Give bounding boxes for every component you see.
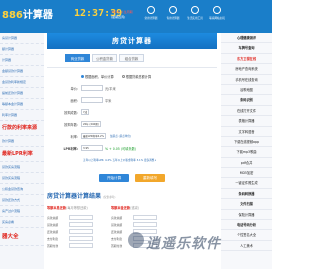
nav-life-tools[interactable]: 生活实用工具 xyxy=(184,6,206,20)
mode-area-price-radio[interactable]: 根据面积、单价计算 xyxy=(81,74,114,79)
tool-link[interactable]: 房地产查询系统 xyxy=(221,64,272,75)
result-equal-installment: 等额本息还款(每月等额还款) 房款总额 贷款总额 还款总额 支付利息 首期付款 xyxy=(47,205,105,249)
tool-link[interactable]: 人工美术 xyxy=(221,241,272,252)
unit-price-row: 单价: 元/平米 xyxy=(70,85,116,91)
lpr-row: LPR利率: 3.95 % + 0.05 (可填负数) xyxy=(63,145,137,151)
tool-link[interactable]: 条码识别 xyxy=(221,95,272,106)
tool-link[interactable]: 文件扫描 xyxy=(221,199,272,210)
result-line: 房款总额 xyxy=(47,214,105,221)
tool-link[interactable]: 下载mp3歌曲 xyxy=(221,147,272,158)
site-header: 886计算器 12:37:39 7月25 人生周期 (星期四周) 常用计算器 专… xyxy=(0,0,272,33)
sidebar-item[interactable]: 提前还款计算器 xyxy=(0,88,44,99)
nav-common-calculators[interactable]: 常用计算器 xyxy=(140,6,162,20)
contact-icon xyxy=(213,6,221,14)
result-line: 贷款总额 xyxy=(47,221,105,228)
nav-contact[interactable]: 联系网站主机 xyxy=(206,6,228,20)
sidebar-item[interactable]: 计算器 xyxy=(0,55,44,66)
tool-link[interactable]: 文字转语音 xyxy=(221,127,272,137)
tool-link[interactable]: 条码转换器 xyxy=(221,189,272,200)
form-actions: 开始计算 重新填写 xyxy=(47,174,217,182)
nav-special-calculators[interactable]: 专用计算器 xyxy=(162,6,184,20)
rate-row: 利率: 最新LPR利率4.2% 加基点 (基点单位) xyxy=(70,133,132,139)
left-sidebar: 房贷计算器 额计算器 计算器 金额贷款计算器 金贷款利率新规定 提前还款计算器 … xyxy=(0,33,44,269)
tool-link[interactable]: 表格计算器 xyxy=(221,116,272,127)
result-line: 还款总额 xyxy=(47,228,105,235)
tab-commercial-loan[interactable]: 商业贷款 xyxy=(65,54,90,62)
tool-link[interactable]: 保险计算器 xyxy=(221,210,272,221)
tip-row: 五年以上利率LPR: 4.2% 五年以上公积金利率 3.1% 更多调整↓ xyxy=(47,154,217,166)
sidebar-item-lpr[interactable]: 最新LPR利率 xyxy=(0,147,44,162)
sidebar-item[interactable]: 公积金贷款查询 xyxy=(0,184,44,195)
area-row: 面积: 平米 xyxy=(70,97,112,103)
tool-link[interactable]: 在线打开文件 xyxy=(221,106,272,117)
tool-link[interactable]: 手机号在线查询 xyxy=(221,75,272,85)
watermark-logo-icon xyxy=(128,232,144,248)
tool-link[interactable]: 心理健康测评 xyxy=(221,33,272,44)
reset-button[interactable]: 重新填写 xyxy=(135,174,165,182)
ratio-select[interactable]: 7成 xyxy=(81,109,90,115)
tab-combined-loan[interactable]: 组合贷款 xyxy=(119,54,144,62)
sidebar-item[interactable]: 贷款还款方式 xyxy=(0,195,44,206)
term-row: 按揭年数: 20年 (240期) xyxy=(64,121,101,127)
sidebar-item[interactable]: 款计算器 xyxy=(0,136,44,147)
unit-price-input[interactable] xyxy=(81,85,103,91)
tool-link[interactable]: 下载在线视频app xyxy=(221,137,272,148)
tool-link[interactable]: 一键证件照生成 xyxy=(221,178,272,189)
radio-unchecked-icon xyxy=(121,74,125,78)
tool-link[interactable]: 电话号码分析 xyxy=(221,220,272,231)
loan-form: 根据面积、单价计算 根据贷款总额计算 单价: 元/平米 面积: 平米 按揭成数:… xyxy=(47,67,217,182)
lpr-input[interactable]: 3.95 xyxy=(81,145,103,151)
tab-housing-fund-loan[interactable]: 公积金贷款 xyxy=(92,54,117,62)
tool-link[interactable]: 个性签名大全 xyxy=(221,230,272,241)
sidebar-item[interactable]: 买房必看 xyxy=(0,217,44,228)
page-title: 房贷计算器 xyxy=(47,33,217,49)
mode-total-radio[interactable]: 根据贷款总额计算 xyxy=(121,74,151,79)
tool-link[interactable]: MD5加密 xyxy=(221,168,272,179)
calculator-icon xyxy=(147,6,155,14)
area-input[interactable] xyxy=(81,97,103,103)
header-nav: 常用计算器 专用计算器 生活实用工具 联系网站主机 xyxy=(140,6,228,20)
sidebar-item[interactable]: 贷款买房流程 xyxy=(0,173,44,184)
result-line: 支付利息 xyxy=(47,235,105,242)
watermark: 逍遥乐软件 xyxy=(146,236,221,252)
right-sidebar: 心理健康测评 车牌号查询 东方卫视在线 房地产查询系统 手机号在线查询 谷歌地图… xyxy=(221,33,272,269)
sidebar-item[interactable]: 贷款买房流程 xyxy=(0,162,44,173)
grid-icon xyxy=(169,6,177,14)
calculate-button[interactable]: 开始计算 xyxy=(99,174,129,182)
site-logo[interactable]: 886计算器 xyxy=(2,6,53,21)
sidebar-item[interactable]: 等额本金计算器 xyxy=(0,99,44,110)
tool-link[interactable]: 车牌号查询 xyxy=(221,43,272,54)
result-line: 首期付款 xyxy=(47,242,105,249)
date-info: 7月25 人生周期 (星期四周) xyxy=(111,10,133,20)
result-line: 房款总额 xyxy=(111,214,169,221)
rate-tip: 五年以上利率LPR: 4.2% 五年以上公积金利率 3.1% 更多调整↓ xyxy=(83,159,157,162)
result-line: 贷款总额 xyxy=(111,221,169,228)
tool-link[interactable]: 谷歌地图 xyxy=(221,85,272,96)
date-line-2: (星期四周) xyxy=(111,15,126,19)
sidebar-item[interactable]: 利率计算器 xyxy=(0,110,44,121)
term-select[interactable]: 20年 (240期) xyxy=(81,121,101,127)
ratio-row: 按揭成数: 7成 xyxy=(64,109,90,115)
sidebar-item[interactable]: 房产过户流程 xyxy=(0,206,44,217)
sidebar-item[interactable]: 房贷计算器 xyxy=(0,33,44,44)
sidebar-item-all-calculators[interactable]: 器大全 xyxy=(0,228,44,246)
sidebar-item[interactable]: 金贷款利率新规定 xyxy=(0,77,44,88)
tool-link[interactable]: pdf合并 xyxy=(221,158,272,169)
tools-icon xyxy=(191,6,199,14)
result-title: 房贷计算器计算结果 (仅供参考) xyxy=(47,193,116,200)
loan-type-tabs: 商业贷款 公积金贷款 组合贷款 xyxy=(65,54,217,62)
tool-link[interactable]: 东方卫视在线 xyxy=(221,54,272,65)
sidebar-item[interactable]: 额计算器 xyxy=(0,44,44,55)
rate-select[interactable]: 最新LPR利率4.2% xyxy=(81,133,106,139)
radio-checked-icon xyxy=(81,74,84,78)
calc-mode-row: 根据面积、单价计算 根据贷款总额计算 xyxy=(47,70,217,82)
sidebar-item-highlight[interactable]: 行款的利率来源 xyxy=(0,121,44,136)
sidebar-item[interactable]: 金额贷款计算器 xyxy=(0,66,44,77)
